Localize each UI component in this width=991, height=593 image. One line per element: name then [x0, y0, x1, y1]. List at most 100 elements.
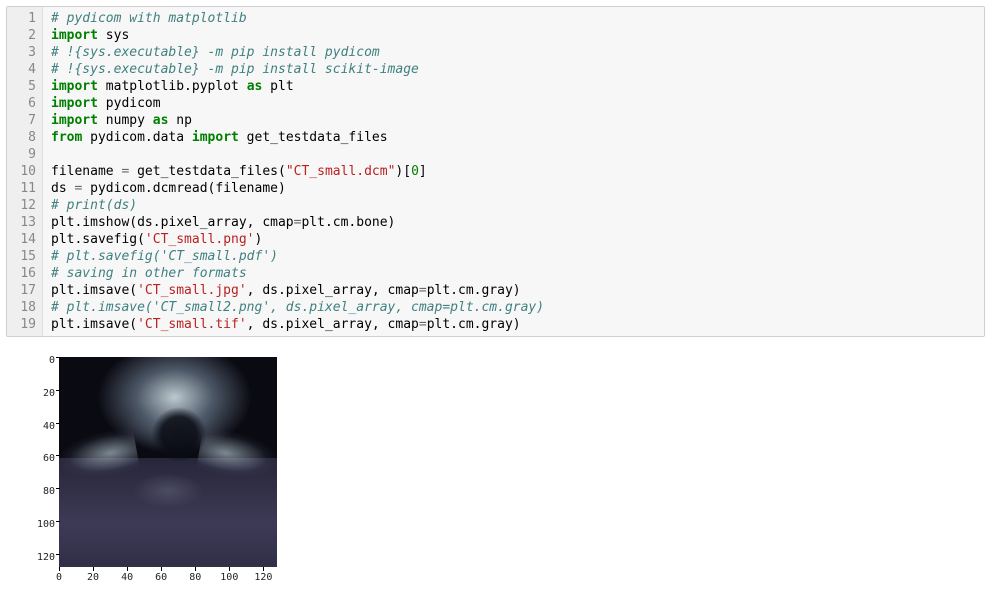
- y-tick-label: 100: [35, 516, 55, 533]
- code-token: plt.cm.gray): [427, 283, 521, 298]
- code-token: # !{sys.executable} -m pip install pydic…: [51, 45, 380, 60]
- code-token: import: [51, 79, 98, 94]
- code-token: as: [247, 79, 263, 94]
- code-token: plt.cm.bone): [301, 215, 395, 230]
- code-token: plt.savefig(: [51, 232, 145, 247]
- line-number: 10: [7, 163, 36, 180]
- matplotlib-output-figure: 020406080100120020406080100120: [12, 347, 292, 587]
- code-token: 'CT_small.tif': [137, 317, 247, 332]
- code-token: , ds.pixel_array, cmap: [247, 317, 419, 332]
- y-tick-label: 80: [35, 483, 55, 500]
- code-token: plt.imsave(: [51, 317, 137, 332]
- code-line[interactable]: import sys: [51, 27, 976, 44]
- code-token: "CT_small.dcm": [286, 164, 396, 179]
- code-token: 0: [411, 164, 419, 179]
- line-number: 6: [7, 95, 36, 112]
- y-tick-mark: [56, 357, 60, 358]
- code-line[interactable]: ds = pydicom.dcmread(filename): [51, 180, 976, 197]
- code-token: , ds.pixel_array, cmap: [247, 283, 419, 298]
- code-token: 'CT_small.jpg': [137, 283, 247, 298]
- code-line[interactable]: from pydicom.data import get_testdata_fi…: [51, 129, 976, 146]
- code-input-cell[interactable]: 12345678910111213141516171819 # pydicom …: [6, 6, 985, 337]
- code-line[interactable]: filename = get_testdata_files("CT_small.…: [51, 163, 976, 180]
- y-tick-mark: [56, 390, 60, 391]
- x-tick-mark: [93, 567, 94, 571]
- line-number: 19: [7, 316, 36, 333]
- code-token: =: [419, 283, 427, 298]
- y-tick-label: 40: [35, 418, 55, 435]
- x-tick-label: 80: [189, 569, 201, 586]
- code-line[interactable]: plt.savefig('CT_small.png'): [51, 231, 976, 248]
- code-line[interactable]: plt.imsave('CT_small.tif', ds.pixel_arra…: [51, 316, 976, 333]
- line-number: 18: [7, 299, 36, 316]
- ct-spinal-canal: [151, 407, 208, 462]
- code-token: ]: [419, 164, 427, 179]
- code-token: import: [192, 130, 239, 145]
- code-line[interactable]: plt.imsave('CT_small.jpg', ds.pixel_arra…: [51, 282, 976, 299]
- code-line[interactable]: import pydicom: [51, 95, 976, 112]
- plot-image-axes: [59, 357, 277, 567]
- code-token: )[: [395, 164, 411, 179]
- code-token: # print(ds): [51, 198, 137, 213]
- code-token: np: [168, 113, 191, 128]
- code-token: pydicom: [98, 96, 161, 111]
- code-line[interactable]: # pydicom with matplotlib: [51, 10, 976, 27]
- line-number: 9: [7, 146, 36, 163]
- code-token: filename: [51, 164, 121, 179]
- line-number: 2: [7, 27, 36, 44]
- code-line[interactable]: import numpy as np: [51, 112, 976, 129]
- y-tick-mark: [56, 521, 60, 522]
- code-token: plt.imsave(: [51, 283, 137, 298]
- code-token: numpy: [98, 113, 153, 128]
- x-tick-mark: [263, 567, 264, 571]
- code-line[interactable]: # saving in other formats: [51, 265, 976, 282]
- code-token: from: [51, 130, 82, 145]
- line-number: 7: [7, 112, 36, 129]
- line-number: 5: [7, 78, 36, 95]
- x-tick-label: 120: [254, 569, 272, 586]
- line-number: 4: [7, 61, 36, 78]
- code-token: ): [255, 232, 263, 247]
- code-token: import: [51, 96, 98, 111]
- x-tick-mark: [59, 567, 60, 571]
- y-tick-mark: [56, 488, 60, 489]
- code-token: # pydicom with matplotlib: [51, 11, 247, 26]
- x-tick-mark: [195, 567, 196, 571]
- y-tick-mark: [56, 423, 60, 424]
- line-number: 17: [7, 282, 36, 299]
- code-token: pydicom.data: [82, 130, 192, 145]
- line-number: 3: [7, 44, 36, 61]
- line-number: 8: [7, 129, 36, 146]
- y-tick-label: 120: [35, 549, 55, 566]
- code-editor[interactable]: # pydicom with matplotlibimport sys# !{s…: [43, 7, 984, 336]
- code-token: # plt.imsave('CT_small2.png', ds.pixel_a…: [51, 300, 544, 315]
- code-token: =: [419, 317, 427, 332]
- code-token: as: [153, 113, 169, 128]
- code-token: 'CT_small.png': [145, 232, 255, 247]
- code-line[interactable]: # plt.imsave('CT_small2.png', ds.pixel_a…: [51, 299, 976, 316]
- y-tick-mark: [56, 455, 60, 456]
- code-token: get_testdata_files: [239, 130, 388, 145]
- x-tick-label: 60: [155, 569, 167, 586]
- code-line[interactable]: # !{sys.executable} -m pip install pydic…: [51, 44, 976, 61]
- x-tick-mark: [161, 567, 162, 571]
- code-line[interactable]: [51, 146, 976, 163]
- y-tick-label: 0: [35, 352, 55, 369]
- line-number: 14: [7, 231, 36, 248]
- code-token: sys: [98, 28, 129, 43]
- line-number-gutter: 12345678910111213141516171819: [7, 7, 43, 336]
- code-line[interactable]: plt.imshow(ds.pixel_array, cmap=plt.cm.b…: [51, 214, 976, 231]
- line-number: 16: [7, 265, 36, 282]
- code-token: get_testdata_files(: [129, 164, 286, 179]
- code-token: import: [51, 28, 98, 43]
- y-tick-mark: [56, 554, 60, 555]
- code-line[interactable]: import matplotlib.pyplot as plt: [51, 78, 976, 95]
- code-line[interactable]: # print(ds): [51, 197, 976, 214]
- line-number: 11: [7, 180, 36, 197]
- code-token: plt.cm.gray): [427, 317, 521, 332]
- code-line[interactable]: # !{sys.executable} -m pip install sciki…: [51, 61, 976, 78]
- code-line[interactable]: # plt.savefig('CT_small.pdf'): [51, 248, 976, 265]
- code-token: ds: [51, 181, 74, 196]
- code-token: plt: [262, 79, 293, 94]
- line-number: 12: [7, 197, 36, 214]
